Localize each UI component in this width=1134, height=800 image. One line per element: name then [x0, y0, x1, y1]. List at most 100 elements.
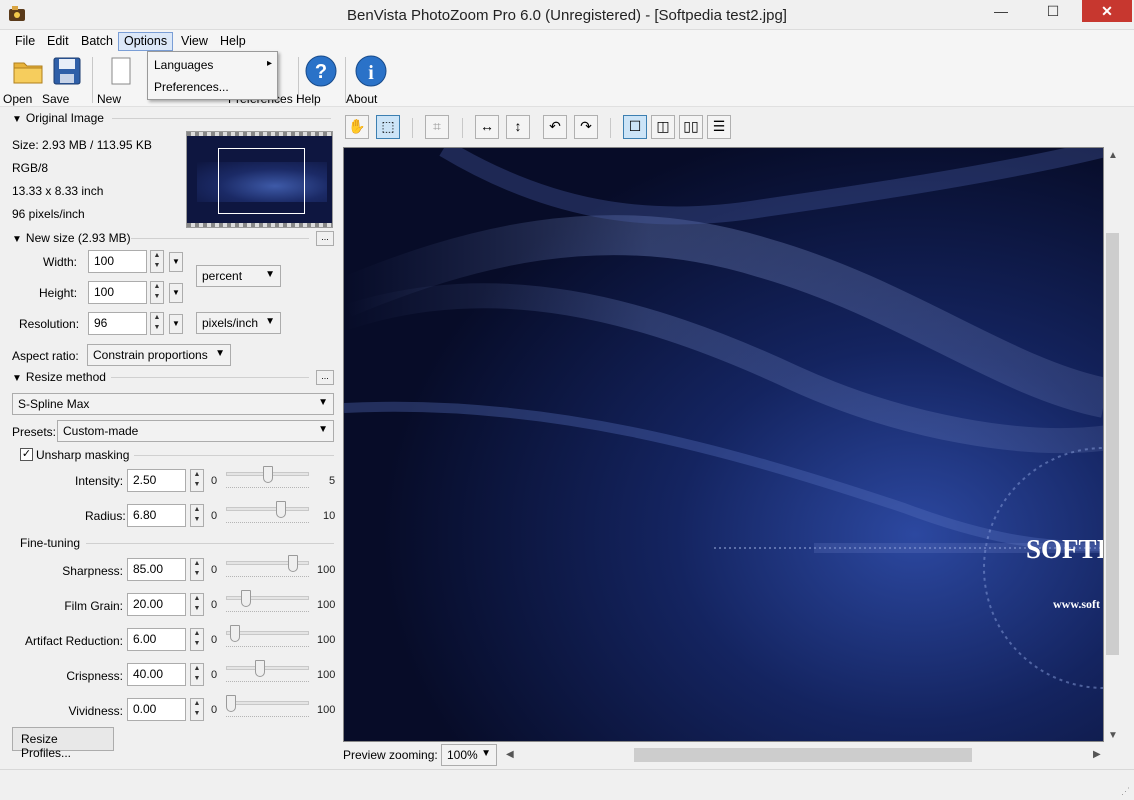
- fine-tuning-param-label: Vividness:: [68, 704, 123, 718]
- rotate-left-button[interactable]: ↶: [543, 115, 567, 139]
- chevron-down-icon: ▼: [318, 424, 328, 435]
- menu-item-preferences[interactable]: Preferences...: [154, 80, 229, 94]
- fine-tuning-param-slider-track[interactable]: [226, 701, 309, 705]
- thumbnail-navigator[interactable]: [186, 131, 333, 228]
- selection-cursor-icon: ⬚: [381, 118, 395, 134]
- scroll-left-icon[interactable]: ◀: [506, 749, 514, 760]
- intensity-slider-ticks: [226, 486, 309, 488]
- menu-file[interactable]: File: [9, 32, 41, 51]
- options-dropdown-menu: Languages ▸ Preferences...: [147, 51, 278, 100]
- width-input[interactable]: 100: [88, 250, 147, 273]
- new-size-more-button[interactable]: ...: [316, 231, 334, 246]
- save-button[interactable]: Save: [42, 55, 92, 107]
- selection-tool-button[interactable]: ⬚: [376, 115, 400, 139]
- about-button[interactable]: i About: [346, 55, 396, 107]
- radius-spinner[interactable]: ▲ ▼: [190, 504, 204, 527]
- horizontal-scroll-thumb[interactable]: [634, 748, 972, 762]
- minimize-button[interactable]: —: [978, 0, 1024, 22]
- fine-tuning-param-input[interactable]: 20.00: [127, 593, 186, 616]
- section-original-image[interactable]: ▼ Original Image: [12, 111, 104, 125]
- fine-tuning-param-spinner[interactable]: ▲ ▼: [190, 628, 204, 651]
- aspect-ratio-select[interactable]: Constrain proportions ▼: [87, 344, 231, 366]
- unsharp-masking-checkbox[interactable]: ✓: [20, 448, 33, 461]
- help-button[interactable]: ? Help: [296, 55, 346, 107]
- intensity-input[interactable]: 2.50: [127, 469, 186, 492]
- resolution-unit-select[interactable]: pixels/inch ▼: [196, 312, 281, 334]
- fine-tuning-param-input[interactable]: 6.00: [127, 628, 186, 651]
- preview-image: SOFTI www.soft: [344, 148, 1103, 741]
- resize-grip-icon[interactable]: ⋰: [1121, 786, 1130, 797]
- fine-tuning-param-slider-track[interactable]: [226, 596, 309, 600]
- fit-height-button[interactable]: ↕: [506, 115, 530, 139]
- radius-slider-thumb[interactable]: [275, 501, 286, 518]
- vertical-scroll-thumb[interactable]: [1106, 233, 1119, 655]
- fine-tuning-param-slider-track[interactable]: [226, 666, 309, 670]
- fine-tuning-param-input[interactable]: 40.00: [127, 663, 186, 686]
- menu-edit[interactable]: Edit: [41, 32, 75, 51]
- menu-options[interactable]: Options: [118, 32, 174, 51]
- svg-text:?: ?: [315, 61, 327, 83]
- menu-item-languages[interactable]: Languages ▸: [154, 58, 272, 72]
- height-spinner[interactable]: ▲ ▼: [150, 281, 164, 304]
- section-resize-method[interactable]: ▼ Resize method: [12, 370, 106, 384]
- fine-tuning-param-input[interactable]: 0.00: [127, 698, 186, 721]
- menu-batch[interactable]: Batch: [75, 32, 119, 51]
- menu-help[interactable]: Help: [214, 32, 252, 51]
- fine-tuning-param-input[interactable]: 85.00: [127, 558, 186, 581]
- single-view-button[interactable]: ☐: [623, 115, 647, 139]
- menu-view[interactable]: View: [175, 32, 214, 51]
- scroll-down-icon[interactable]: ▼: [1108, 730, 1118, 741]
- fine-tuning-param-spinner[interactable]: ▲ ▼: [190, 663, 204, 686]
- preview-canvas[interactable]: SOFTI www.soft: [343, 147, 1104, 742]
- fine-tuning-param-spinner[interactable]: ▲ ▼: [190, 698, 204, 721]
- resize-method-more-button[interactable]: ...: [316, 370, 334, 385]
- intensity-slider-thumb[interactable]: [262, 466, 273, 483]
- resolution-dropdown-button[interactable]: ▼: [169, 314, 183, 334]
- radius-input[interactable]: 6.80: [127, 504, 186, 527]
- section-new-size[interactable]: ▼ New size (2.93 MB): [12, 231, 131, 245]
- intensity-spinner[interactable]: ▲ ▼: [190, 469, 204, 492]
- stacked-view-button[interactable]: ☰: [707, 115, 731, 139]
- fine-tuning-param-slider-thumb[interactable]: [288, 555, 299, 572]
- hand-tool-button[interactable]: ✋: [345, 115, 369, 139]
- side-by-side-view-button[interactable]: ▯▯: [679, 115, 703, 139]
- fine-tuning-param-slider-thumb[interactable]: [230, 625, 241, 642]
- maximize-button[interactable]: ☐: [1030, 0, 1076, 22]
- help-question-icon: ?: [305, 55, 337, 87]
- image-resolution: 96 pixels/inch: [12, 207, 85, 221]
- width-spinner[interactable]: ▲ ▼: [150, 250, 164, 273]
- new-button[interactable]: New: [97, 55, 145, 107]
- size-unit-select[interactable]: percent ▼: [196, 265, 281, 287]
- radius-slider-track[interactable]: [226, 507, 309, 511]
- image-dimensions: 13.33 x 8.33 inch: [12, 184, 104, 198]
- presets-select[interactable]: Custom-made ▼: [57, 420, 334, 442]
- aspect-ratio-label: Aspect ratio:: [12, 349, 79, 363]
- width-dropdown-button[interactable]: ▼: [169, 252, 183, 272]
- fine-tuning-param-slider-thumb[interactable]: [240, 590, 251, 607]
- collapse-triangle-icon: ▼: [12, 114, 22, 125]
- fit-width-button[interactable]: ↔: [475, 115, 499, 139]
- height-dropdown-button[interactable]: ▼: [169, 283, 183, 303]
- rotate-right-button[interactable]: ↷: [574, 115, 598, 139]
- rotate-right-icon: ↷: [580, 118, 592, 134]
- resolution-spinner[interactable]: ▲ ▼: [150, 312, 164, 335]
- split-view-button[interactable]: ◫: [651, 115, 675, 139]
- scroll-right-icon[interactable]: ▶: [1093, 749, 1101, 760]
- resolution-input[interactable]: 96: [88, 312, 147, 335]
- fine-tuning-param-max: 100: [317, 669, 336, 681]
- fine-tuning-param-spinner[interactable]: ▲ ▼: [190, 558, 204, 581]
- resize-profiles-button[interactable]: Resize Profiles...: [12, 727, 114, 760]
- radius-max: 10: [323, 510, 336, 522]
- scroll-up-icon[interactable]: ▲: [1108, 150, 1118, 161]
- chevron-down-icon: ▼: [265, 316, 275, 327]
- close-button[interactable]: ✕: [1082, 0, 1132, 22]
- crop-tool-button[interactable]: ⌗: [425, 115, 449, 139]
- fine-tuning-param-slider-thumb[interactable]: [255, 660, 266, 677]
- preview-zoom-select[interactable]: 100% ▼: [441, 744, 497, 766]
- fine-tuning-param-spinner[interactable]: ▲ ▼: [190, 593, 204, 616]
- resize-method-select[interactable]: S-Spline Max ▼: [12, 393, 334, 415]
- fine-tuning-param-slider-thumb[interactable]: [226, 695, 236, 712]
- viewport-rectangle[interactable]: [218, 148, 305, 214]
- preview-zoom-label: Preview zooming:: [343, 748, 438, 762]
- height-input[interactable]: 100: [88, 281, 147, 304]
